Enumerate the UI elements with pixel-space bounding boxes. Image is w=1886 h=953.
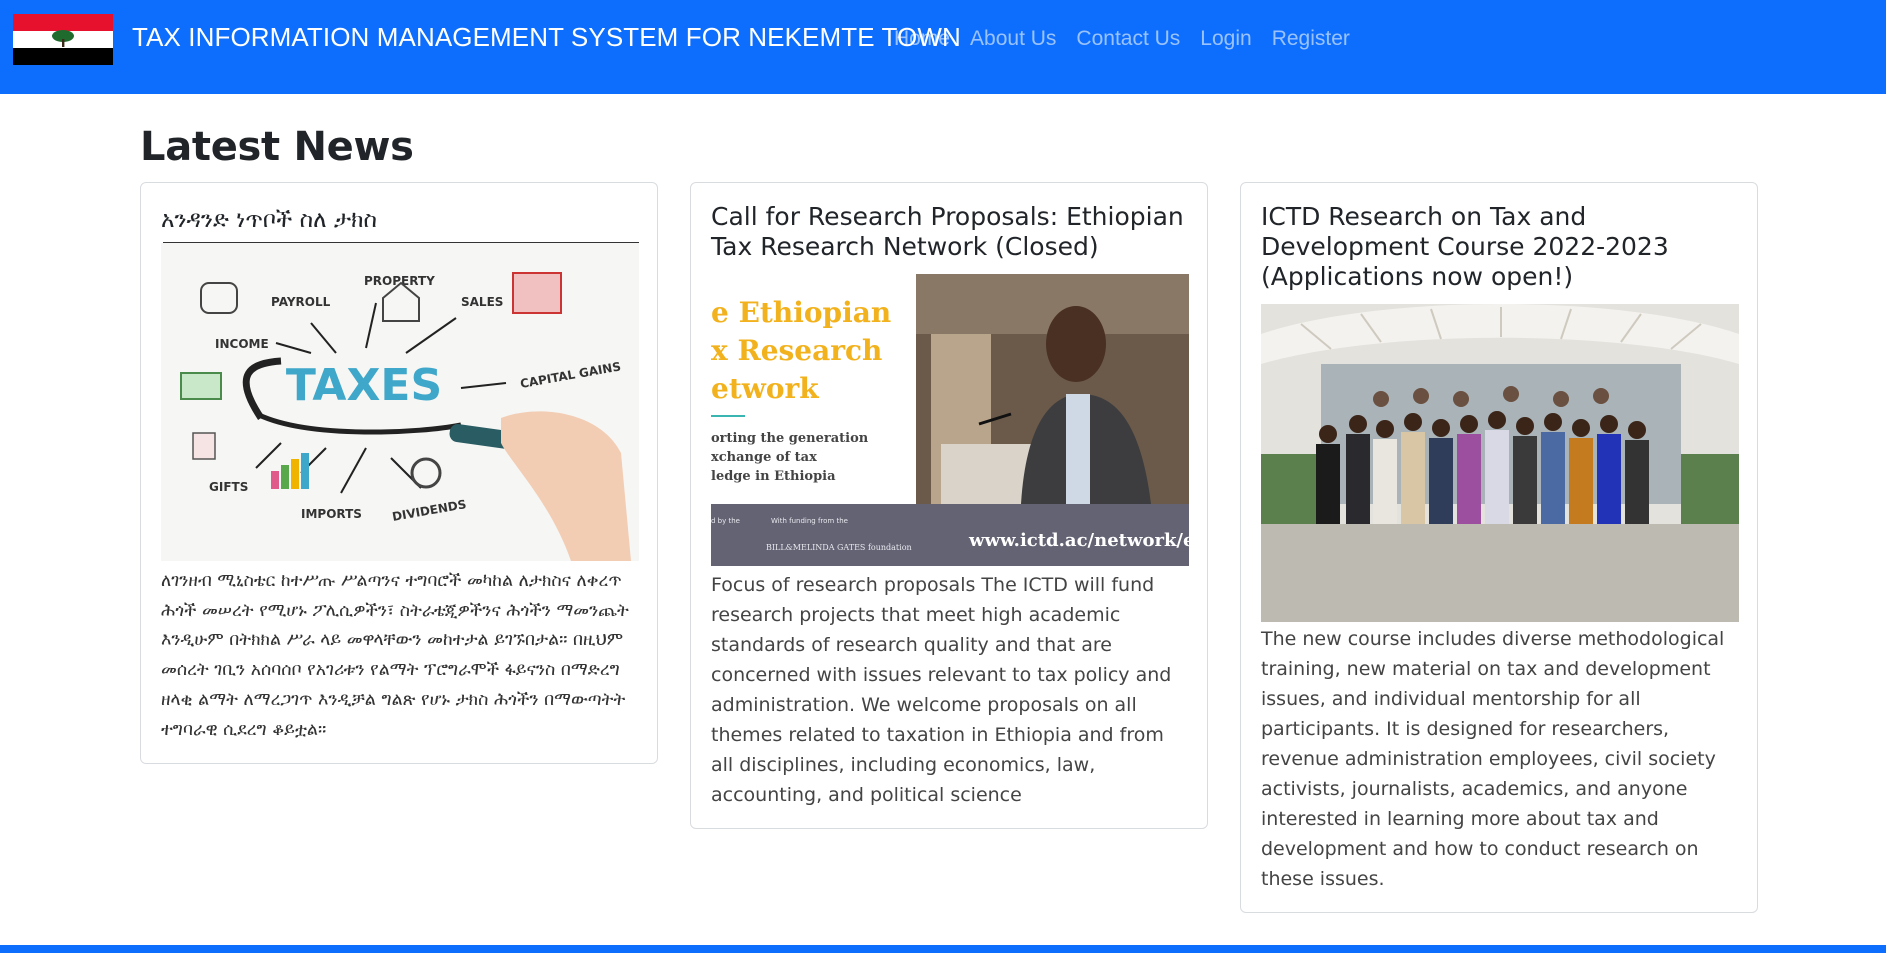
course-group-photo [1261,304,1739,622]
news-card-title: ICTD Research on Tax and Development Cou… [1261,202,1669,291]
banner-sub-3: ledge in Ethiopia [711,469,836,484]
news-card-text: The new course includes diverse methodol… [1261,628,1725,890]
taxes-illustration: TAXES PAYROLL PROPERTY SALES INCOME CAPI… [161,243,639,561]
banner-headline-2: x Research [711,334,882,367]
banner-sub-1: orting the generation [711,431,869,446]
banner-footer-left: d by the [711,517,740,525]
banner-headline-1: e Ethiopian [711,296,891,329]
gates-foundation-logo: BILL&MELINDA GATES foundation [766,543,912,552]
label-income: INCOME [215,337,269,351]
news-card-text: ለገንዘብ ሚኒስቴር ከተሥጡ ሥልጣንና ተግባሮች መካከል ለታክስና … [161,571,629,740]
label-imports: IMPORTS [301,507,362,521]
footer-bar [0,945,1886,953]
nav-register-link[interactable]: Register [1272,27,1350,51]
banner-sub-2: xchange of tax [711,450,817,465]
nav-about-link[interactable]: About Us [970,27,1056,51]
label-payroll: PAYROLL [271,295,331,309]
label-property: PROPERTY [364,274,435,288]
brand-title[interactable]: TAX INFORMATION MANAGEMENT SYSTEM FOR NE… [132,22,961,53]
banner-footer-url: www.ictd.ac/network/e [968,530,1189,551]
news-card-title: አንዳንድ ነጥቦች ስለ ታክስ [161,207,378,233]
flag-logo[interactable] [13,14,113,65]
label-gifts: GIFTS [209,480,248,494]
banner-footer-funding: With funding from the [771,517,848,525]
nav-login-link[interactable]: Login [1200,27,1251,51]
news-card-title: Call for Research Proposals: Ethiopian T… [711,202,1184,261]
label-sales: SALES [461,295,503,309]
research-network-banner: e Ethiopian x Research etwork orting the… [711,274,1189,566]
tree-emblem-icon [52,30,74,47]
top-navbar: TAX INFORMATION MANAGEMENT SYSTEM FOR NE… [0,0,1886,94]
nav-home-link[interactable]: Home [894,27,950,51]
news-card: ICTD Research on Tax and Development Cou… [1240,182,1758,913]
page-title: Latest News [140,124,414,170]
news-card-text: Focus of research proposals The ICTD wil… [711,574,1172,806]
nav-links: Home About Us Contact Us Login Register [894,27,1370,51]
taxes-word: TAXES [286,360,442,411]
nav-contact-link[interactable]: Contact Us [1076,27,1180,51]
news-card: አንዳንድ ነጥቦች ስለ ታክስ TAXES PAYROLL PROPERTY… [140,182,658,765]
news-card: Call for Research Proposals: Ethiopian T… [690,182,1208,829]
banner-headline-3: etwork [711,372,819,405]
